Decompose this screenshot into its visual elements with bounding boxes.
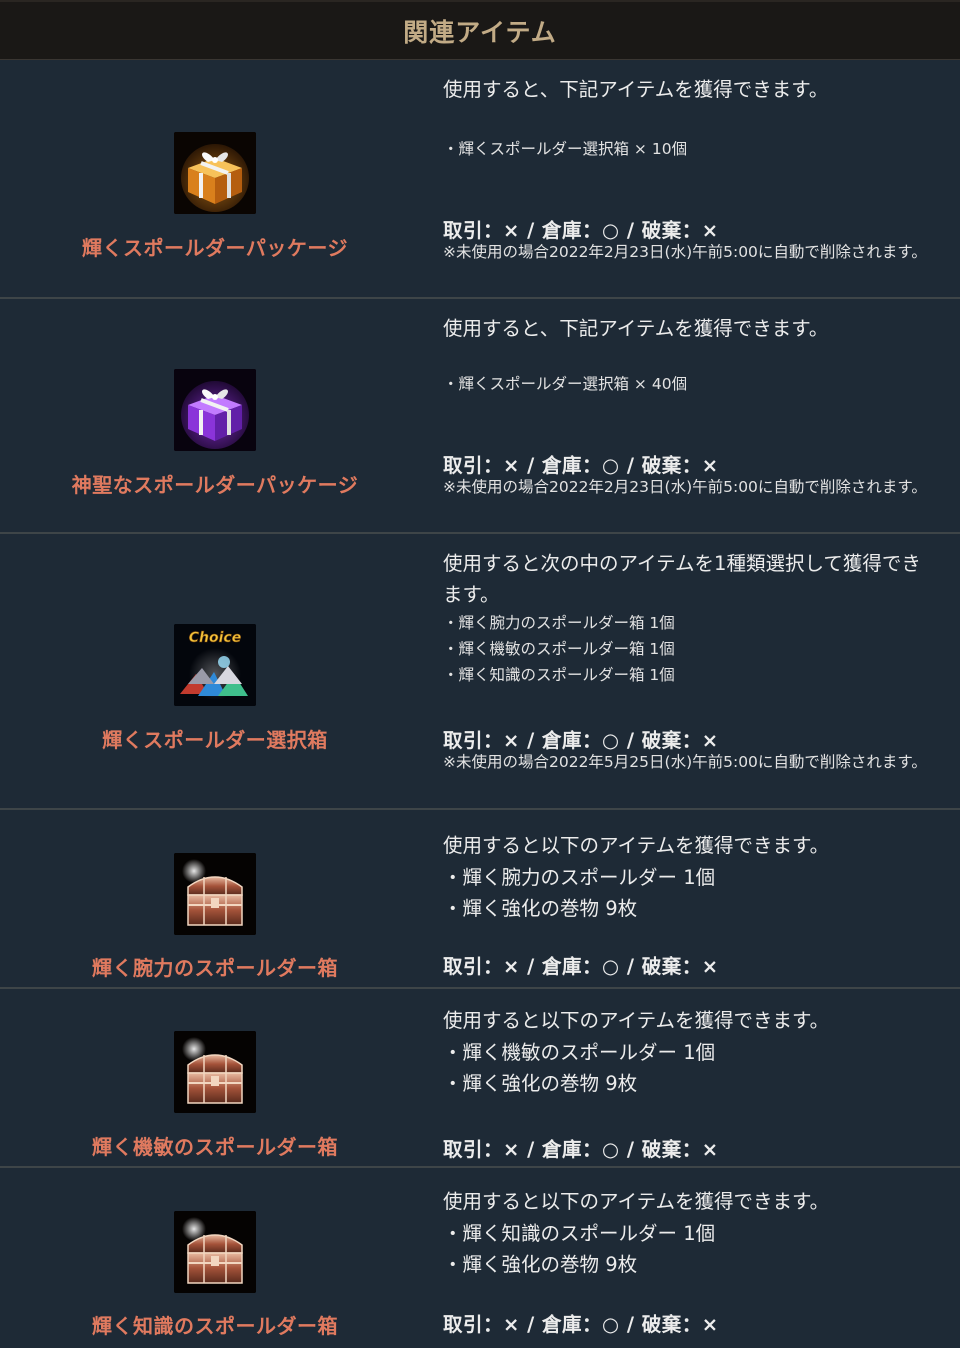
content-line: ・輝くスポールダー選択箱 × 10個	[443, 140, 688, 158]
item-description: 使用すると以下のアイテムを獲得できます。 ・輝く知識のスポールダー 1個 ・輝く…	[443, 1186, 938, 1281]
trade-info: 取引：× / 倉庫：○ / 破棄：×	[443, 955, 719, 978]
item-contents: ・輝く腕力のスポールダー箱 1個 ・輝く機敏のスポールダー箱 1個 ・輝く知識の…	[443, 610, 938, 688]
choice-box-icon: Choice	[174, 624, 256, 706]
expiry-note: ※未使用の場合2022年5月25日(水)午前5:00に自動で削除されます。	[443, 753, 927, 771]
content-line: ・輝く知識のスポールダー 1個	[443, 1221, 716, 1245]
content-line: ・輝く腕力のスポールダー箱 1個	[443, 614, 675, 632]
item-name[interactable]: 神聖なスポールダーパッケージ	[0, 469, 430, 498]
item-row: 輝く知識のスポールダー箱 使用すると以下のアイテムを獲得できます。 ・輝く知識の…	[0, 1168, 960, 1348]
item-row: 輝く腕力のスポールダー箱 使用すると以下のアイテムを獲得できます。 ・輝く腕力の…	[0, 810, 960, 989]
trade-info: 取引：× / 倉庫：○ / 破棄：×	[443, 1138, 719, 1161]
item-description: 使用すると以下のアイテムを獲得できます。 ・輝く腕力のスポールダー 1個 ・輝く…	[443, 830, 938, 925]
treasure-chest-icon	[174, 1211, 256, 1293]
item-contents: ・輝くスポールダー選択箱 × 10個	[443, 136, 938, 162]
gift-purple-icon	[174, 369, 256, 451]
item-name[interactable]: 輝くスポールダーパッケージ	[0, 232, 430, 261]
section-header: 関連アイテム	[0, 0, 960, 60]
content-line: ・輝く腕力のスポールダー 1個	[443, 865, 716, 889]
item-row: 輝く機敏のスポールダー箱 使用すると以下のアイテムを獲得できます。 ・輝く機敏の…	[0, 989, 960, 1168]
content-line: ・輝く機敏のスポールダー箱 1個	[443, 640, 675, 658]
gift-orange-icon	[174, 132, 256, 214]
item-name[interactable]: 輝く機敏のスポールダー箱	[0, 1131, 430, 1160]
item-description: 使用すると以下のアイテムを獲得できます。 ・輝く機敏のスポールダー 1個 ・輝く…	[443, 1005, 938, 1100]
trade-info: 取引：× / 倉庫：○ / 破棄：×	[443, 454, 719, 477]
item-contents: ・輝くスポールダー選択箱 × 40個	[443, 371, 938, 397]
content-line: ・輝く機敏のスポールダー 1個	[443, 1040, 716, 1064]
content-line: ・輝く強化の巻物 9枚	[443, 1253, 638, 1276]
choice-label: Choice	[189, 630, 241, 646]
trade-info: 取引：× / 倉庫：○ / 破棄：×	[443, 1313, 719, 1336]
treasure-chest-icon	[174, 1031, 256, 1113]
item-row: Choice 輝くスポールダー選択箱 使用すると次の中のアイテムを1種類選択して…	[0, 534, 960, 810]
expiry-note: ※未使用の場合2022年2月23日(水)午前5:00に自動で削除されます。	[443, 478, 927, 496]
content-line: ・輝くスポールダー選択箱 × 40個	[443, 375, 688, 393]
trade-info: 取引：× / 倉庫：○ / 破棄：×	[443, 219, 719, 242]
content-line: ・輝く強化の巻物 9枚	[443, 1072, 638, 1095]
item-name[interactable]: 輝くスポールダー選択箱	[0, 724, 430, 753]
item-name[interactable]: 輝く腕力のスポールダー箱	[0, 952, 430, 981]
treasure-chest-icon	[174, 853, 256, 935]
item-row: 神聖なスポールダーパッケージ 使用すると、下記アイテムを獲得できます。 ・輝くス…	[0, 299, 960, 534]
content-line: ・輝く知識のスポールダー箱 1個	[443, 666, 675, 684]
content-line: ・輝く強化の巻物 9枚	[443, 897, 638, 920]
section-title: 関連アイテム	[403, 17, 557, 47]
item-description: 使用すると、下記アイテムを獲得できます。	[443, 78, 829, 101]
trade-info: 取引：× / 倉庫：○ / 破棄：×	[443, 729, 719, 752]
item-description: 使用すると次の中のアイテムを1種類選択して獲得できます。	[443, 552, 921, 606]
item-description: 使用すると、下記アイテムを獲得できます。	[443, 317, 829, 340]
item-row: 輝くスポールダーパッケージ 使用すると、下記アイテムを獲得できます。 ・輝くスポ…	[0, 60, 960, 299]
item-name[interactable]: 輝く知識のスポールダー箱	[0, 1310, 430, 1339]
expiry-note: ※未使用の場合2022年2月23日(水)午前5:00に自動で削除されます。	[443, 243, 927, 261]
